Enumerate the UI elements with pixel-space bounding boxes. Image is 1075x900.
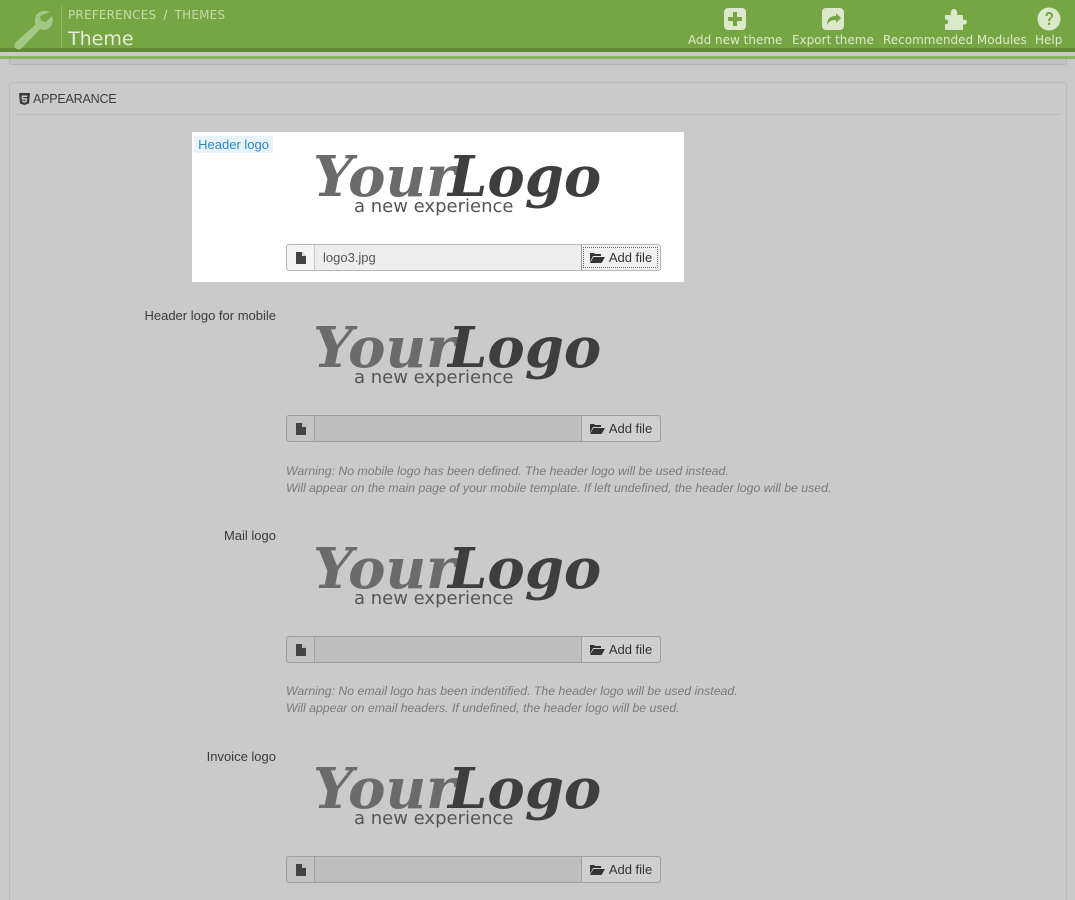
breadcrumb-item[interactable]: PREFERENCES — [68, 8, 156, 22]
file-icon — [287, 857, 315, 882]
invoice-logo-file-input[interactable]: Add file — [286, 856, 661, 883]
add-file-button[interactable]: Add file — [581, 637, 660, 662]
folder-open-icon — [589, 424, 605, 434]
folder-open-icon — [589, 645, 605, 655]
help-label: Help — [1035, 33, 1063, 47]
folder-open-icon — [589, 253, 605, 263]
recommended-modules-label: Recommended Modules — [883, 33, 1027, 47]
invoice-logo-label: Invoice logo — [206, 749, 276, 764]
file-name-field[interactable] — [315, 416, 581, 441]
share-icon — [821, 8, 844, 30]
folder-open-icon — [589, 865, 605, 875]
header-logo-file-input[interactable]: logo3.jpg Add file — [286, 244, 661, 271]
mail-logo-label: Mail logo — [223, 528, 276, 543]
file-name-field[interactable]: logo3.jpg — [315, 245, 581, 270]
help-warning: Warning: No mobile logo has been defined… — [286, 464, 729, 478]
logo-tagline: a new experience — [354, 808, 513, 829]
export-theme-button[interactable]: Export theme — [792, 7, 874, 47]
mail-logo-preview: Your Logo a new experience — [313, 536, 600, 609]
logo-tagline: a new experience — [354, 196, 513, 217]
logo-tagline: a new experience — [354, 367, 513, 388]
breadcrumb: PREFERENCES / THEMES — [68, 8, 225, 22]
mobile-logo-help: Warning: No mobile logo has been defined… — [286, 463, 831, 497]
add-file-button[interactable]: Add file — [581, 416, 660, 441]
file-icon — [287, 416, 315, 441]
panel-heading: APPEARANCE — [19, 92, 117, 106]
invoice-logo-preview: Your Logo a new experience — [313, 756, 600, 829]
breadcrumb-separator: / — [163, 8, 168, 22]
file-name-field[interactable] — [315, 857, 581, 882]
add-new-theme-button[interactable]: Add new theme — [688, 7, 782, 47]
file-icon — [287, 245, 315, 270]
header-logo-label: Header logo — [194, 136, 273, 153]
mail-logo-file-input[interactable]: Add file — [286, 636, 661, 663]
mail-logo-help: Warning: No email logo has been indentif… — [286, 683, 738, 717]
add-new-theme-label: Add new theme — [688, 33, 783, 47]
add-file-button[interactable]: Add file — [581, 245, 660, 270]
page-header: PREFERENCES / THEMES Theme Add new theme E… — [0, 0, 1075, 52]
mobile-logo-preview: Your Logo a new experience — [313, 315, 600, 388]
help-description: Will appear on email headers. If undefin… — [286, 701, 680, 715]
file-name-field[interactable] — [315, 637, 581, 662]
header-separator — [61, 6, 62, 48]
add-file-button[interactable]: Add file — [581, 857, 660, 882]
puzzle-icon — [944, 9, 967, 30]
top-strip — [9, 59, 1067, 65]
logo-tagline: a new experience — [354, 588, 513, 609]
panel-title: APPEARANCE — [33, 92, 117, 106]
breadcrumb-item[interactable]: THEMES — [175, 8, 226, 22]
help-button[interactable]: Help — [1035, 7, 1062, 47]
export-theme-label: Export theme — [792, 33, 874, 47]
add-file-label: Add file — [608, 862, 653, 877]
plus-square-icon — [724, 8, 747, 30]
panel-divider — [15, 114, 1061, 115]
question-circle-icon — [1037, 7, 1061, 31]
help-warning: Warning: No email logo has been indentif… — [286, 684, 738, 698]
wrench-icon — [14, 10, 53, 50]
mobile-logo-label: Header logo for mobile — [144, 308, 276, 323]
add-file-label: Add file — [608, 421, 653, 436]
mobile-logo-file-input[interactable]: Add file — [286, 415, 661, 442]
add-file-label: Add file — [608, 250, 653, 265]
html5-icon — [19, 93, 30, 105]
recommended-modules-button[interactable]: Recommended Modules — [883, 7, 1027, 47]
help-description: Will appear on the main page of your mob… — [286, 481, 832, 495]
header-logo-preview: Your Logo a new experience — [313, 144, 600, 217]
page-title: Theme — [68, 28, 134, 50]
file-icon — [287, 637, 315, 662]
add-file-label: Add file — [608, 642, 653, 657]
